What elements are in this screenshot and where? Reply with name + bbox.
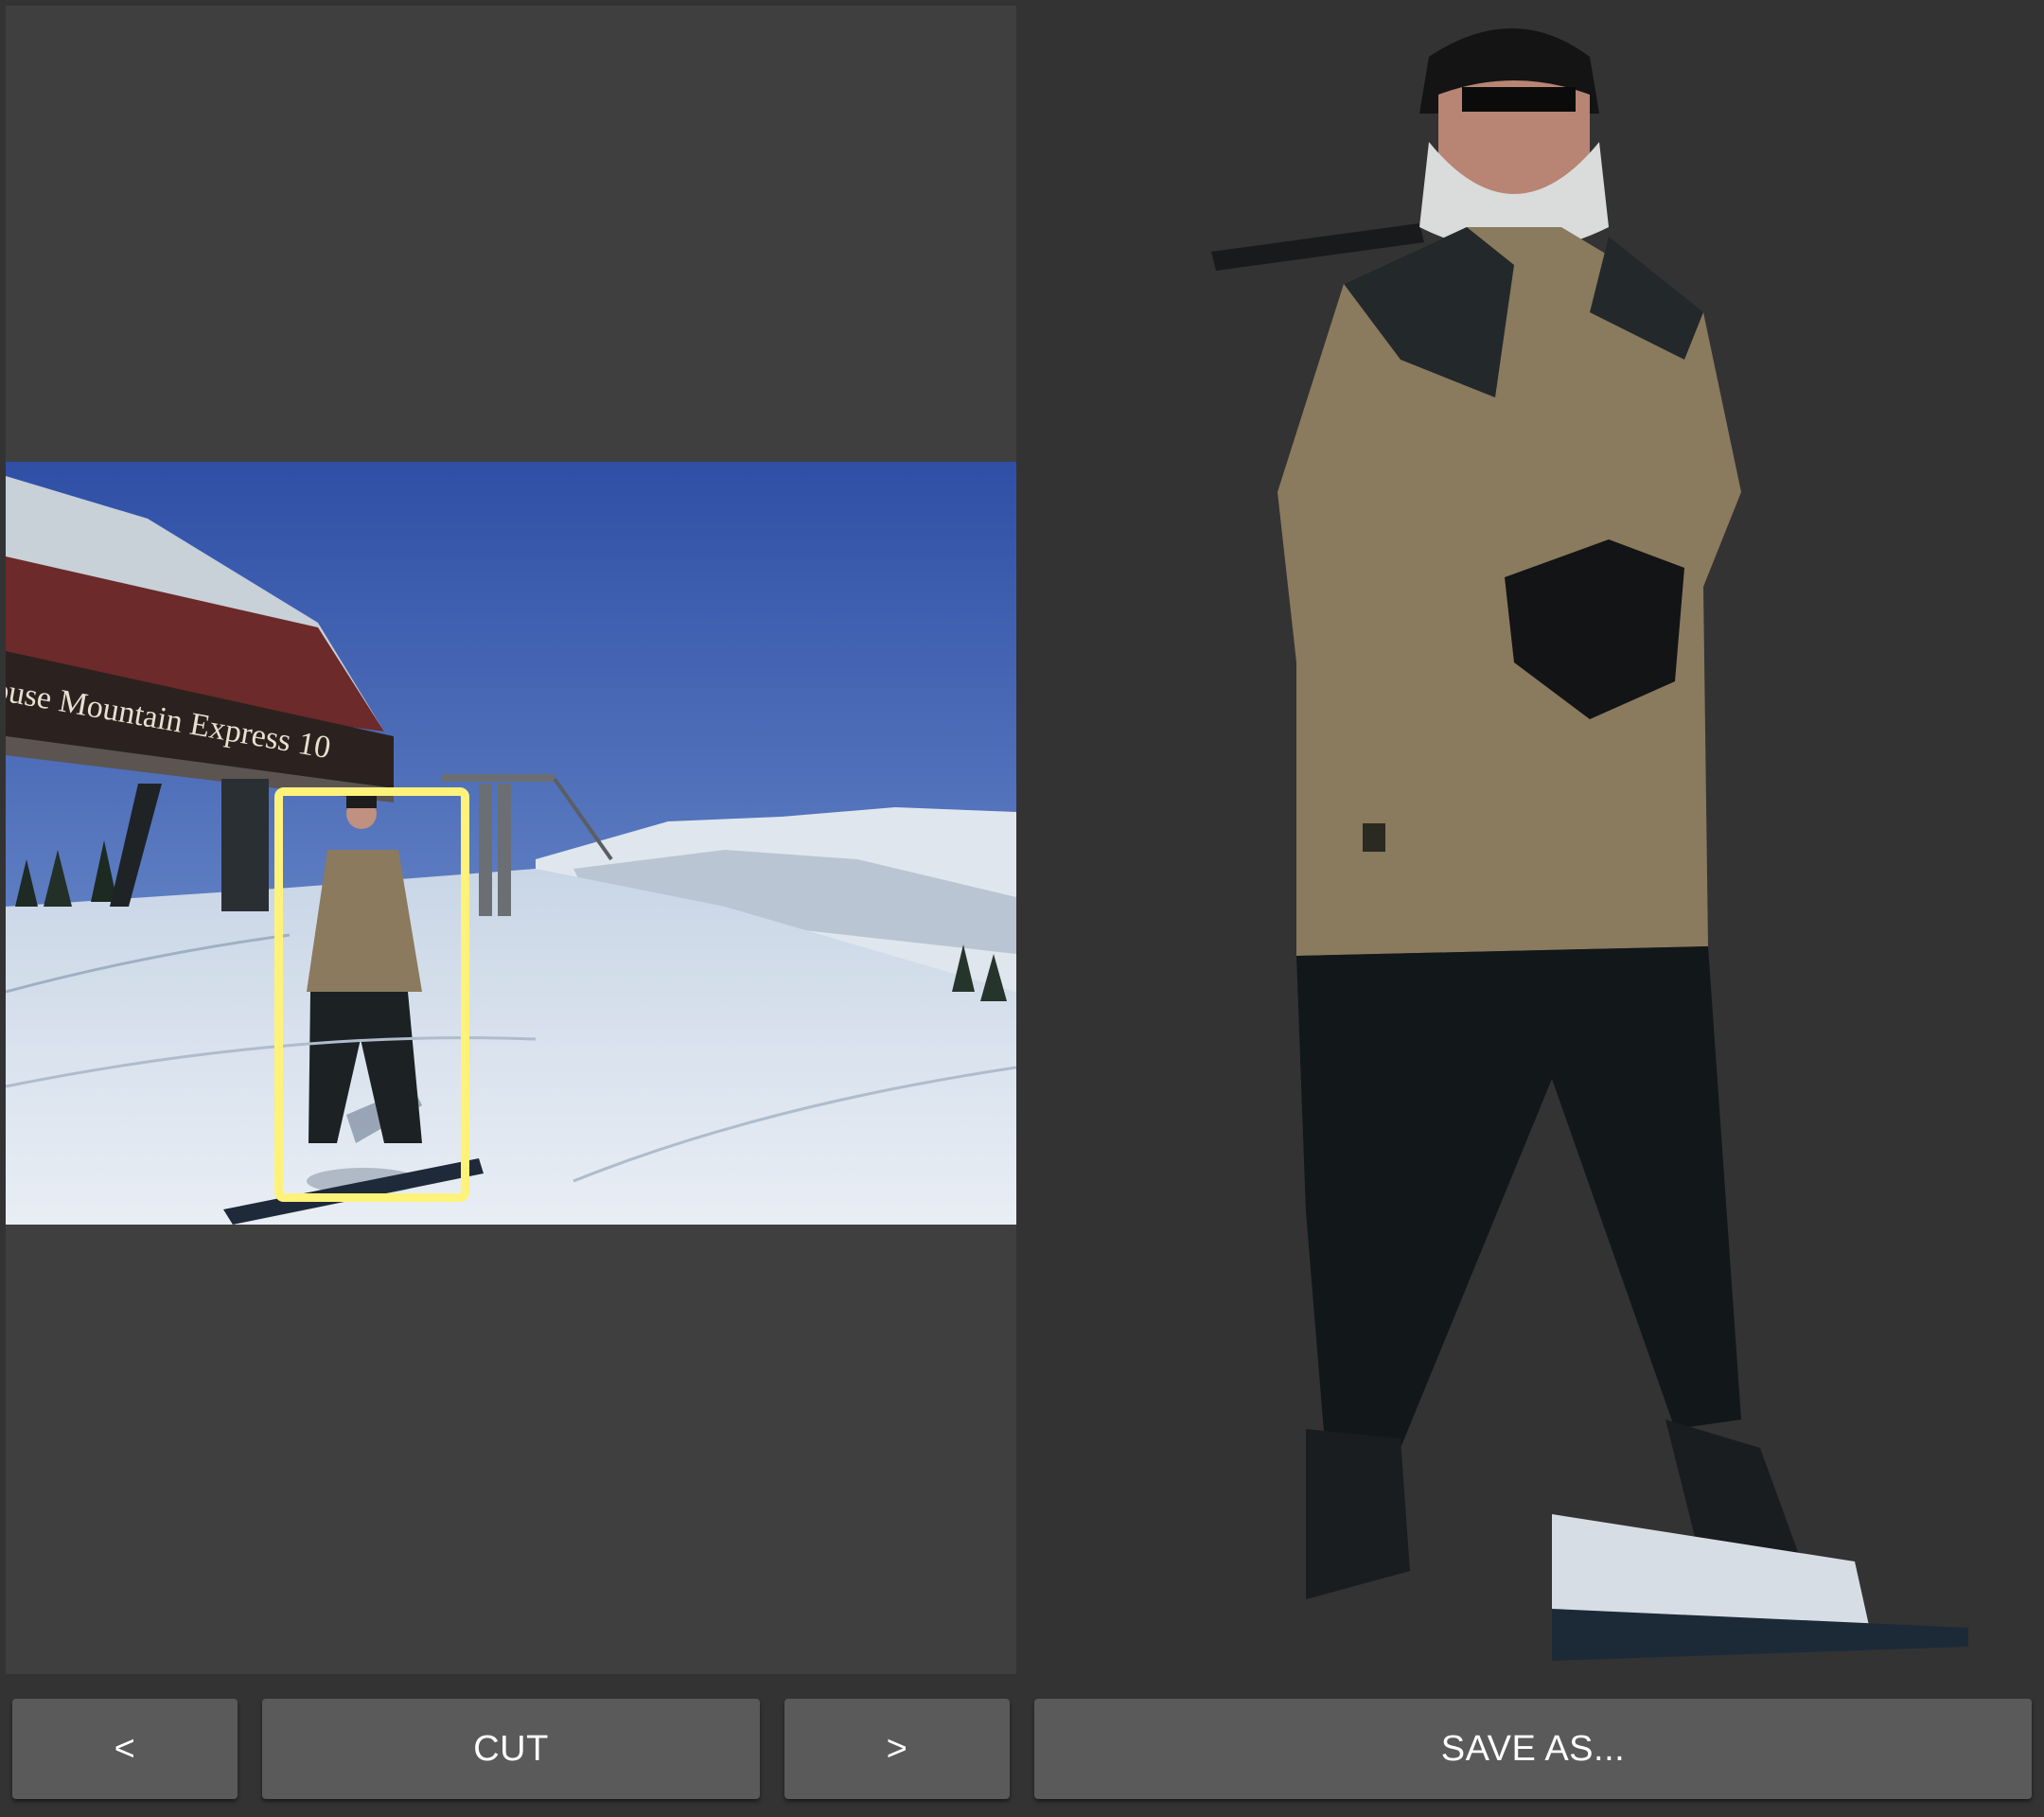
person-cutout-image: [1211, 28, 1968, 1661]
ski-scene-image: [6, 462, 1016, 1225]
save-as-button[interactable]: SAVE AS...: [1034, 1699, 2032, 1799]
selection-box[interactable]: [274, 787, 469, 1202]
cutout-panel: [1022, 0, 2044, 1680]
cut-button[interactable]: CUT: [262, 1699, 760, 1799]
previous-button[interactable]: <: [12, 1699, 238, 1799]
source-photo[interactable]: ouse Mountain Express 10: [6, 462, 1016, 1225]
source-image-panel: ouse Mountain Express 10: [6, 6, 1016, 1674]
next-button[interactable]: >: [784, 1699, 1010, 1799]
